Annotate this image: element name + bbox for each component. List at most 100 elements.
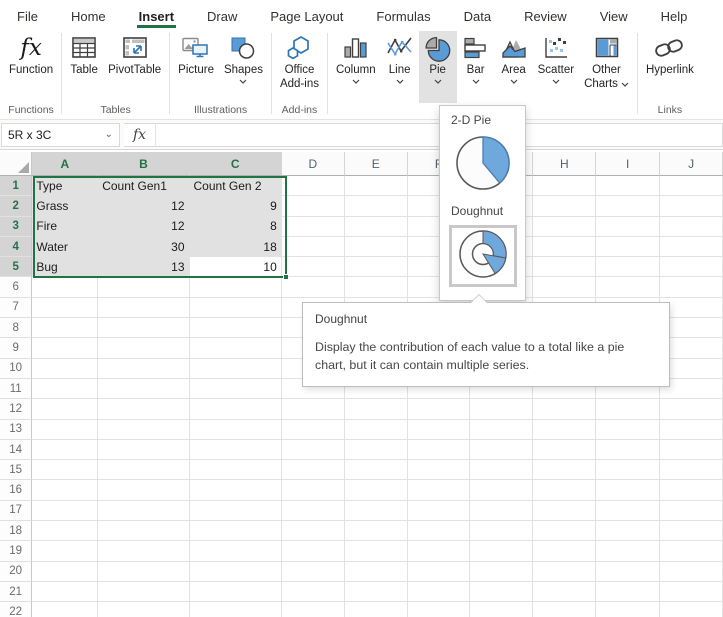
column-header-B[interactable]: B — [98, 152, 189, 176]
cell-I6[interactable] — [596, 277, 660, 297]
cell-I3[interactable] — [596, 217, 660, 237]
cell-A4[interactable]: Water — [32, 237, 98, 257]
cell-E1[interactable] — [345, 176, 408, 196]
cell-B19[interactable] — [98, 541, 189, 561]
cell-A6[interactable] — [32, 277, 98, 297]
ribbon-button-picture[interactable]: Picture — [173, 31, 219, 103]
cell-F14[interactable] — [408, 440, 471, 460]
cell-B5[interactable]: 13 — [98, 257, 189, 277]
cell-D13[interactable] — [282, 420, 345, 440]
cell-A12[interactable] — [32, 399, 98, 419]
cell-C14[interactable] — [190, 440, 282, 460]
menu-tab-formulas[interactable]: Formulas — [374, 5, 432, 28]
ribbon-button-shapes[interactable]: Shapes — [219, 31, 268, 103]
cell-I5[interactable] — [596, 257, 660, 277]
cell-D15[interactable] — [282, 460, 345, 480]
column-header-H[interactable]: H — [533, 152, 596, 176]
cell-E12[interactable] — [345, 399, 408, 419]
cell-D22[interactable] — [282, 602, 345, 617]
row-header-18[interactable]: 18 — [0, 521, 32, 541]
cell-E5[interactable] — [345, 257, 408, 277]
cell-A15[interactable] — [32, 460, 98, 480]
cell-J5[interactable] — [660, 257, 723, 277]
cell-F18[interactable] — [408, 521, 471, 541]
ribbon-button-pie[interactable]: Pie — [419, 31, 457, 103]
cell-B17[interactable] — [98, 501, 189, 521]
cell-H1[interactable] — [533, 176, 596, 196]
cell-C19[interactable] — [190, 541, 282, 561]
cell-B2[interactable]: 12 — [98, 196, 189, 216]
cell-A3[interactable]: Fire — [32, 217, 98, 237]
cell-B4[interactable]: 30 — [98, 237, 189, 257]
cell-E13[interactable] — [345, 420, 408, 440]
row-header-12[interactable]: 12 — [0, 399, 32, 419]
menu-tab-file[interactable]: File — [15, 5, 40, 28]
cell-F16[interactable] — [408, 480, 471, 500]
menu-tab-view[interactable]: View — [598, 5, 630, 28]
cell-C3[interactable]: 8 — [190, 217, 282, 237]
cell-E20[interactable] — [345, 562, 408, 582]
cell-D21[interactable] — [282, 582, 345, 602]
row-header-10[interactable]: 10 — [0, 359, 32, 379]
row-header-7[interactable]: 7 — [0, 298, 32, 318]
ribbon-button-table[interactable]: Table — [65, 31, 103, 103]
cell-C5[interactable]: 10 — [190, 257, 282, 277]
cell-B1[interactable]: Count Gen1 — [98, 176, 189, 196]
cell-C11[interactable] — [190, 379, 282, 399]
cell-B11[interactable] — [98, 379, 189, 399]
cell-J22[interactable] — [660, 602, 723, 617]
cell-C15[interactable] — [190, 460, 282, 480]
row-header-9[interactable]: 9 — [0, 338, 32, 358]
cell-I21[interactable] — [596, 582, 660, 602]
column-header-J[interactable]: J — [660, 152, 723, 176]
cell-J13[interactable] — [660, 420, 723, 440]
cell-C17[interactable] — [190, 501, 282, 521]
row-header-11[interactable]: 11 — [0, 379, 32, 399]
cell-I1[interactable] — [596, 176, 660, 196]
cell-I15[interactable] — [596, 460, 660, 480]
menu-tab-insert[interactable]: Insert — [137, 5, 176, 28]
cell-A7[interactable] — [32, 298, 98, 318]
menu-tab-help[interactable]: Help — [659, 5, 690, 28]
cell-G20[interactable] — [470, 562, 533, 582]
cell-D2[interactable] — [282, 196, 345, 216]
cell-H12[interactable] — [533, 399, 596, 419]
cell-D5[interactable] — [282, 257, 345, 277]
cell-A2[interactable]: Grass — [32, 196, 98, 216]
cell-D4[interactable] — [282, 237, 345, 257]
cell-F12[interactable] — [408, 399, 471, 419]
cell-A19[interactable] — [32, 541, 98, 561]
cell-E6[interactable] — [345, 277, 408, 297]
row-header-22[interactable]: 22 — [0, 602, 32, 617]
row-header-15[interactable]: 15 — [0, 460, 32, 480]
cell-J15[interactable] — [660, 460, 723, 480]
row-header-5[interactable]: 5 — [0, 257, 32, 277]
cell-D19[interactable] — [282, 541, 345, 561]
cell-C8[interactable] — [190, 318, 282, 338]
cell-J1[interactable] — [660, 176, 723, 196]
cell-I18[interactable] — [596, 521, 660, 541]
ribbon-button-pivottable[interactable]: PivotTable — [103, 31, 166, 103]
cell-B20[interactable] — [98, 562, 189, 582]
cell-E15[interactable] — [345, 460, 408, 480]
cell-A5[interactable]: Bug — [32, 257, 98, 277]
cell-C2[interactable]: 9 — [190, 196, 282, 216]
column-header-A[interactable]: A — [32, 152, 98, 176]
cell-I17[interactable] — [596, 501, 660, 521]
menu-tab-draw[interactable]: Draw — [205, 5, 239, 28]
cell-H16[interactable] — [533, 480, 596, 500]
cell-G17[interactable] — [470, 501, 533, 521]
cell-B18[interactable] — [98, 521, 189, 541]
row-header-20[interactable]: 20 — [0, 562, 32, 582]
cell-I2[interactable] — [596, 196, 660, 216]
cell-E3[interactable] — [345, 217, 408, 237]
cell-E2[interactable] — [345, 196, 408, 216]
cell-D17[interactable] — [282, 501, 345, 521]
cell-F20[interactable] — [408, 562, 471, 582]
cell-H19[interactable] — [533, 541, 596, 561]
row-header-3[interactable]: 3 — [0, 217, 32, 237]
cell-A13[interactable] — [32, 420, 98, 440]
cell-C9[interactable] — [190, 338, 282, 358]
cell-B8[interactable] — [98, 318, 189, 338]
cell-H22[interactable] — [533, 602, 596, 617]
